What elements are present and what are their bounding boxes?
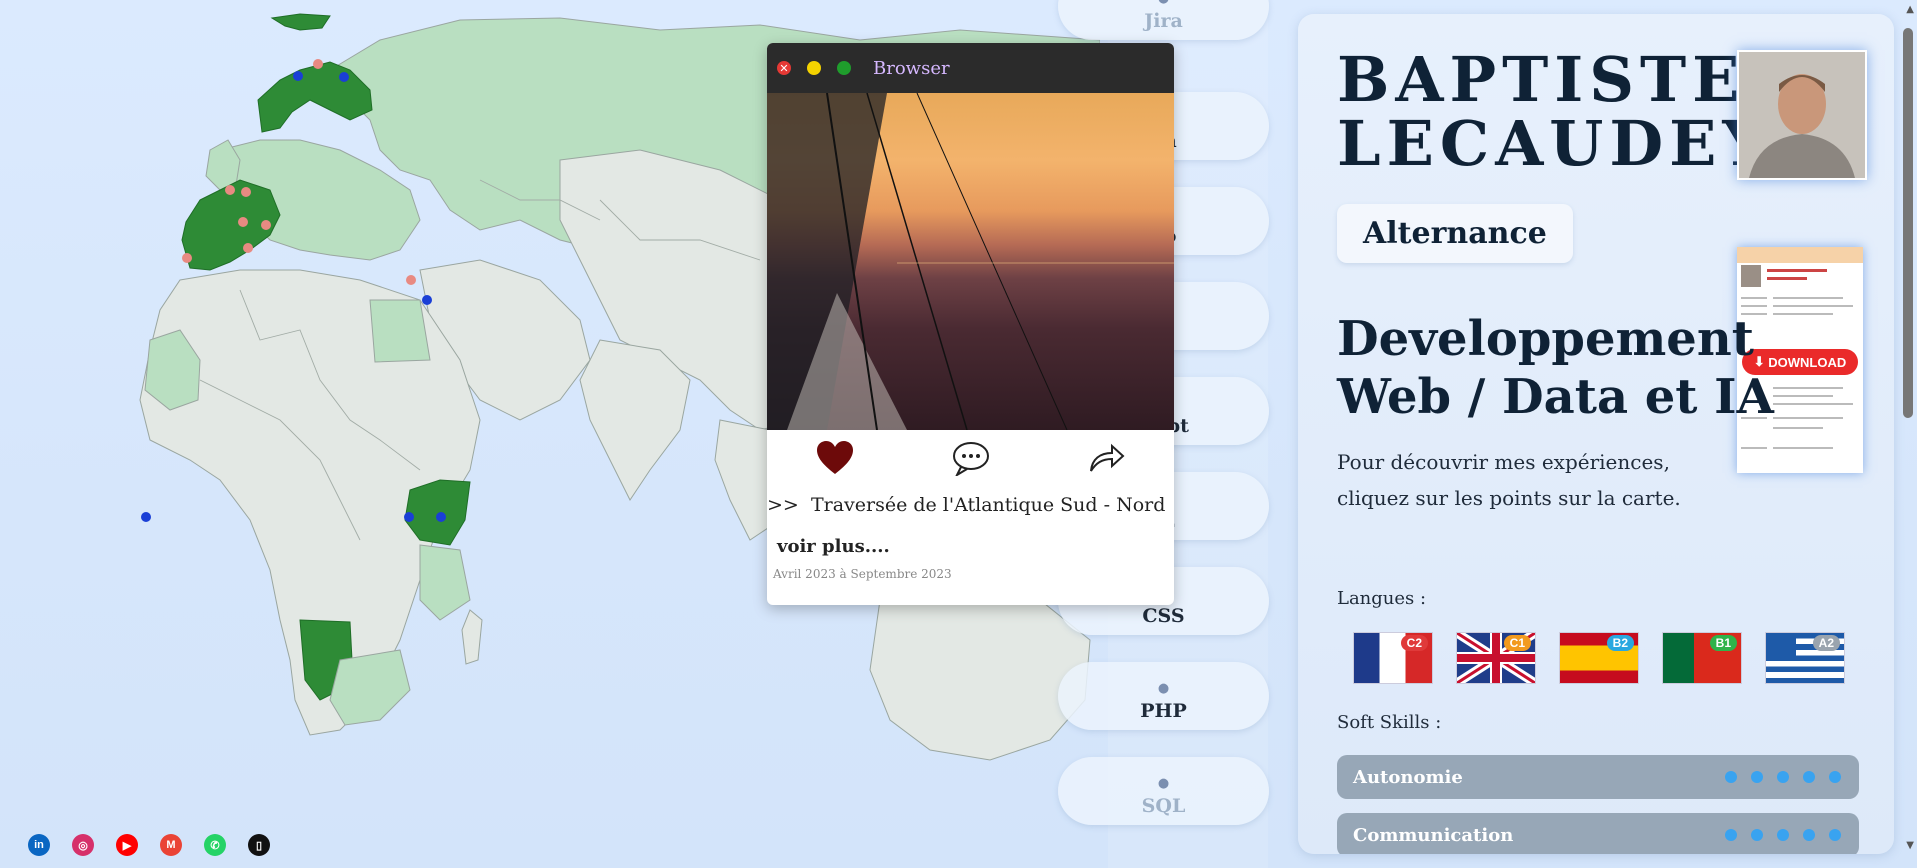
experience-popup: ✕ Browser >> Traversée de l'Atlantique S…: [767, 43, 1174, 605]
soft-skill-autonomie: Autonomie: [1337, 755, 1859, 799]
experience-date: Avril 2023 à Septembre 2023: [773, 567, 952, 581]
intro-text: Pour découvrir mes expériences, cliquez …: [1337, 450, 1681, 510]
comment-icon[interactable]: [951, 440, 991, 480]
soft-skill-name: Communication: [1353, 824, 1514, 846]
flag-portugal: B1: [1662, 632, 1742, 684]
flag-greece: A2: [1765, 632, 1845, 684]
role-title: Developpement Web / Data et IA: [1337, 310, 1774, 426]
skill-label: SQL: [1141, 795, 1186, 817]
flag-spain: B2: [1559, 632, 1639, 684]
alternance-badge: Alternance: [1337, 204, 1573, 263]
whatsapp-icon[interactable]: ✆: [204, 834, 226, 856]
jira-icon: ●: [1158, 0, 1169, 6]
share-icon[interactable]: [1088, 443, 1126, 477]
soft-skill-communication: Communication: [1337, 813, 1859, 854]
scroll-down-arrow[interactable]: ▼: [1906, 840, 1914, 851]
php-icon: ●: [1157, 681, 1170, 696]
phone-icon[interactable]: ▯: [248, 834, 270, 856]
maximize-icon[interactable]: [837, 61, 851, 75]
cv-download-label: DOWNLOAD: [1768, 354, 1847, 370]
scroll-up-arrow[interactable]: ▲: [1906, 4, 1914, 15]
close-icon[interactable]: ✕: [777, 61, 791, 75]
flag-united-kingdom: C1: [1456, 632, 1536, 684]
see-more-link[interactable]: voir plus....: [777, 536, 1174, 557]
skill-level-dots: [1725, 771, 1841, 783]
language-flags: C2 C1 B2 B1 A2: [1353, 632, 1845, 684]
skill-label: PHP: [1140, 700, 1187, 722]
instagram-icon[interactable]: ◎: [72, 834, 94, 856]
flag-france: C2: [1353, 632, 1433, 684]
skill-sql[interactable]: ● SQL: [1058, 757, 1269, 825]
level-badge: B2: [1606, 635, 1634, 651]
first-name: BAPTISTE: [1337, 43, 1746, 116]
level-badge: C1: [1503, 635, 1531, 651]
caption-prefix: >>: [767, 494, 799, 516]
social-links: in ◎ ▶ M ✆ ▯: [28, 834, 270, 856]
avatar: [1737, 50, 1867, 180]
greece-canton: [1766, 633, 1796, 661]
profile-card: BAPTISTE LECAUDEY Alternance ⬇ DOWNLOAD …: [1298, 14, 1894, 854]
role-line-2: Web / Data et IA: [1337, 369, 1774, 425]
level-badge: C2: [1400, 635, 1428, 651]
soft-skills-label: Soft Skills :: [1337, 712, 1442, 733]
gmail-icon[interactable]: M: [160, 834, 182, 856]
languages-label: Langues :: [1337, 588, 1427, 609]
level-badge: A2: [1812, 635, 1840, 651]
skill-php[interactable]: ● PHP: [1058, 662, 1269, 730]
popup-title: Browser: [873, 57, 950, 79]
youtube-icon[interactable]: ▶: [116, 834, 138, 856]
minimize-icon[interactable]: [807, 61, 821, 75]
role-line-1: Developpement: [1337, 311, 1754, 367]
last-name: LECAUDEY: [1337, 107, 1773, 180]
skill-level-dots: [1725, 829, 1841, 841]
skill-label: CSS: [1142, 605, 1185, 627]
heart-icon[interactable]: [816, 440, 854, 480]
level-badge: B1: [1709, 635, 1737, 651]
soft-skill-name: Autonomie: [1353, 766, 1463, 788]
experience-photo: [767, 93, 1174, 430]
skill-label: Jira: [1144, 10, 1183, 32]
experience-caption: >> Traversée de l'Atlantique Sud - Nord: [767, 494, 1174, 516]
caption-text: Traversée de l'Atlantique Sud - Nord: [810, 494, 1166, 516]
popup-actions: [767, 436, 1174, 484]
profile-name: BAPTISTE LECAUDEY: [1337, 48, 1773, 176]
sql-icon: ●: [1157, 776, 1170, 791]
popup-titlebar: ✕ Browser: [767, 43, 1174, 93]
scrollbar-thumb[interactable]: [1903, 28, 1913, 418]
skill-jira[interactable]: ● Jira: [1058, 0, 1269, 40]
linkedin-icon[interactable]: in: [28, 834, 50, 856]
